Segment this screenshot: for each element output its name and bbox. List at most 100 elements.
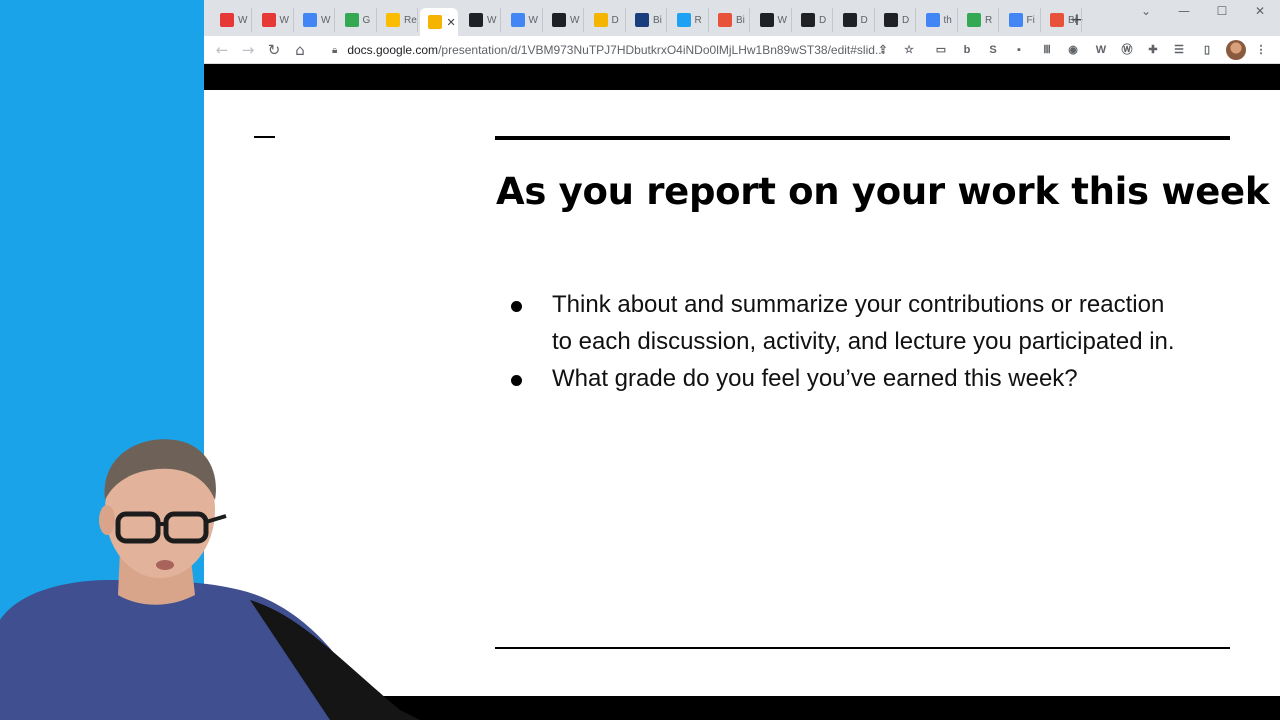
opera-icon (220, 13, 234, 27)
tab-label: R (694, 14, 702, 26)
google-drive-icon (386, 13, 400, 27)
tab-close-icon[interactable]: ✕ (447, 16, 456, 29)
slide-bullet-list: Think about and summarize your contribut… (507, 286, 1187, 397)
tab-label: W (238, 14, 248, 26)
google-docs-icon (303, 13, 317, 27)
browser-tab[interactable]: th (918, 8, 958, 32)
tab-label: D (902, 14, 910, 26)
extension-s-icon[interactable]: S (984, 41, 1002, 59)
back-arrow-icon[interactable]: ← (212, 40, 232, 60)
google-docs-icon (510, 13, 525, 27)
maximize-icon[interactable]: ☐ (1212, 4, 1232, 18)
bullet-dot-icon (511, 375, 522, 386)
tab-label: W (570, 14, 580, 26)
webcam-presenter (0, 439, 420, 720)
tab-label: Re (404, 14, 417, 26)
browser-tab[interactable]: Bi (627, 8, 667, 32)
forward-arrow-icon[interactable]: → (238, 40, 258, 60)
wikipedia-extension-icon[interactable]: W (1092, 41, 1110, 59)
bullet-text: What grade do you feel you’ve earned thi… (552, 365, 1078, 392)
dict-icon (842, 13, 857, 27)
browser-tab[interactable]: W (254, 8, 294, 32)
wikipedia-icon (759, 13, 774, 27)
b-icon (1050, 13, 1064, 27)
menu-kebab-icon[interactable]: ⋮ (1252, 41, 1270, 59)
browser-tab[interactable]: W (461, 8, 501, 32)
browser-toolbar: ← → ↻ ⌂ 🔒︎ docs.google.com/presentation/… (204, 36, 1280, 64)
tab-label: Bi (653, 14, 662, 26)
tab-label: W (487, 14, 497, 26)
tab-search-icon[interactable]: ⌄ (1136, 4, 1156, 18)
share-icon[interactable]: ⇪ (874, 41, 892, 59)
reload-icon[interactable]: ↻ (264, 40, 284, 60)
profile-avatar[interactable] (1226, 40, 1246, 60)
browser-tab[interactable]: W (752, 8, 792, 32)
dict-icon (801, 13, 815, 27)
extension-box-icon[interactable]: ▪ (1010, 41, 1028, 59)
extensions-puzzle-icon[interactable]: ✚ (1144, 41, 1162, 59)
browser-tab[interactable]: D (835, 8, 875, 32)
extension-library-icon[interactable]: Ⅲ (1038, 41, 1056, 59)
slide-top-rule (495, 136, 1230, 140)
dict-icon (884, 13, 898, 27)
browser-tab[interactable]: Bi (710, 8, 750, 32)
slide-title: As you report on your work this week (496, 170, 1270, 213)
tab-active[interactable]: ✕ (419, 8, 458, 36)
tab-label: D (860, 14, 868, 26)
tab-label: D (611, 14, 619, 26)
browser-tab[interactable]: D (586, 8, 626, 32)
side-panel-icon[interactable]: ▯ (1198, 41, 1216, 59)
tab-label: R (985, 14, 993, 26)
browser-tab[interactable]: G (337, 8, 377, 32)
cloud-icon (552, 13, 566, 27)
b-icon (718, 13, 732, 27)
extension-cookie-icon[interactable]: ◉ (1064, 41, 1082, 59)
url-host: docs.google.com (347, 43, 439, 57)
opera-icon (261, 13, 276, 27)
tab-label: th (943, 14, 952, 26)
minimize-icon[interactable]: — (1174, 4, 1194, 18)
library-icon (635, 13, 649, 27)
google-docs-icon (925, 13, 940, 27)
browser-tab[interactable]: W (212, 8, 252, 32)
tab-label: W (777, 14, 787, 26)
tab-label: W (528, 14, 538, 26)
browser-tab[interactable]: R (669, 8, 709, 32)
browser-tab[interactable]: D (876, 8, 916, 32)
tab-label: D (819, 14, 827, 26)
close-window-icon[interactable]: ✕ (1250, 4, 1270, 18)
tab-label: G (362, 14, 371, 26)
browser-tab[interactable]: Re (378, 8, 418, 32)
google-docs-icon (1008, 13, 1023, 27)
screen: + ⌄ — ☐ ✕ W W W G Re ✕ W W W D Bi R Bi W D D Dth R Fi Bi ← … (0, 0, 1280, 720)
bullet-dot-icon (511, 301, 522, 312)
browser-tab[interactable]: Bi (1042, 8, 1082, 32)
browser-tab[interactable]: R (959, 8, 999, 32)
url-text: docs.google.com/presentation/d/1VBM973Nu… (347, 43, 885, 57)
slide-bottom-rule (495, 647, 1230, 649)
google-drive-icon (967, 13, 981, 27)
bookmark-star-icon[interactable]: ☆ (900, 41, 918, 59)
bullet-item: What grade do you feel you’ve earned thi… (507, 360, 1187, 397)
browser-tab[interactable]: W (295, 8, 335, 32)
present-extension-icon[interactable]: ▭ (932, 41, 950, 59)
bullet-item: Think about and summarize your contribut… (507, 286, 1187, 360)
lock-icon: 🔒︎ (332, 44, 338, 56)
hand-icon (593, 13, 608, 27)
url-path: /presentation/d/1VBM973NuTPJ7HDbutkrxO4i… (438, 43, 885, 57)
home-icon[interactable]: ⌂ (290, 40, 310, 60)
browser-tab[interactable]: D (793, 8, 833, 32)
google-slides-icon (427, 15, 442, 29)
browser-tab[interactable]: W (503, 8, 543, 32)
tab-label: Bi (736, 14, 745, 26)
reading-list-icon[interactable]: ☰ (1170, 41, 1188, 59)
address-bar[interactable]: 🔒︎ docs.google.com/presentation/d/1VBM97… (322, 38, 920, 62)
tab-label: W (279, 14, 289, 26)
tab-label: W (321, 14, 331, 26)
browser-tab[interactable]: Fi (1001, 8, 1041, 32)
browser-tab[interactable]: W (544, 8, 584, 32)
wordpress-extension-icon[interactable]: Ⓦ (1118, 41, 1136, 59)
extension-icon[interactable]: b (958, 41, 976, 59)
tab-label: Fi (1026, 14, 1035, 26)
twitter-icon (676, 13, 691, 27)
